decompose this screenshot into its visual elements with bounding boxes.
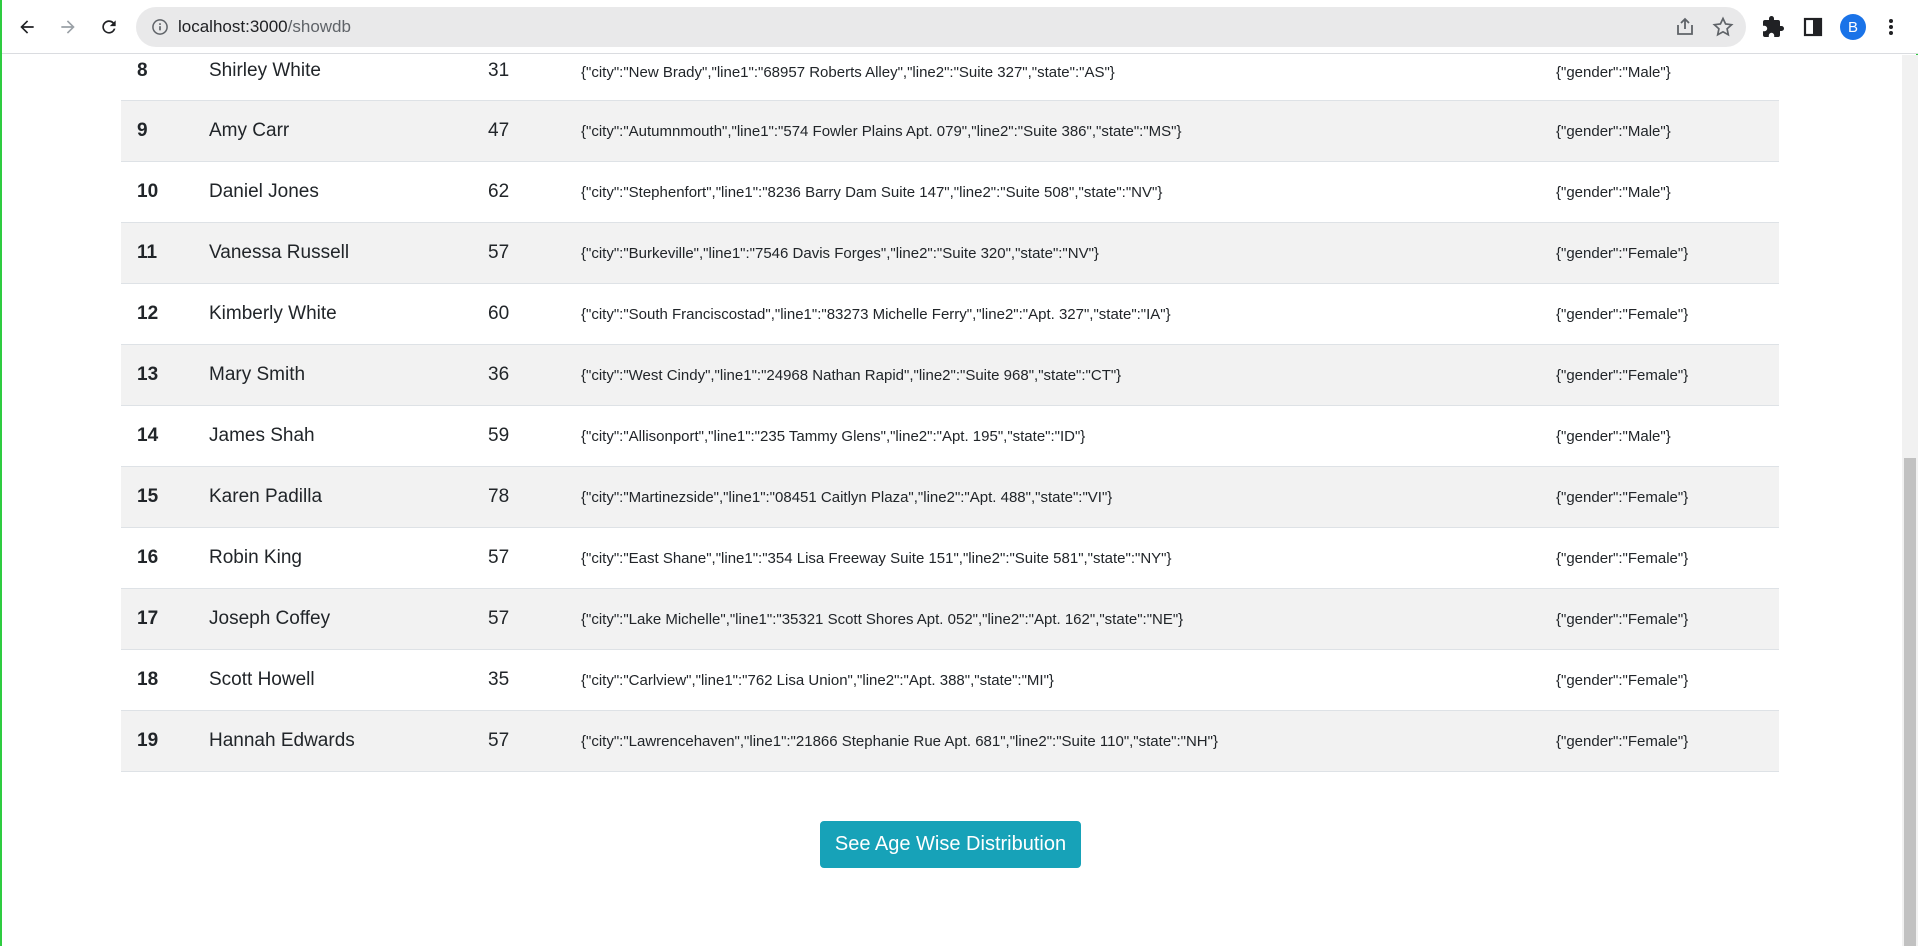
row-id: 10 <box>137 181 159 202</box>
row-address: {"city":"East Shane","line1":"354 Lisa F… <box>581 549 1172 567</box>
row-age: 59 <box>488 425 510 446</box>
bookmark-star-icon[interactable] <box>1711 15 1735 39</box>
row-name: Mary Smith <box>209 364 306 385</box>
row-meta: {"gender":"Male"} <box>1556 183 1671 201</box>
info-icon[interactable] <box>150 17 170 37</box>
row-meta: {"gender":"Female"} <box>1556 244 1689 262</box>
row-age: 36 <box>488 364 510 385</box>
row-name: Kimberly White <box>209 303 337 324</box>
row-age: 31 <box>488 60 510 81</box>
row-name: Robin King <box>209 547 302 568</box>
row-age: 57 <box>488 608 510 629</box>
row-address: {"city":"Autumnmouth","line1":"574 Fowle… <box>581 122 1182 140</box>
table-row: 13 Mary Smith 36 {"city":"West Cindy","line… <box>121 345 1779 406</box>
table-row: 19 Hannah Edwards 57 {"city":"Lawrencehaven… <box>121 711 1779 772</box>
data-table: 8 Shirley White 31 {"city":"New Brady","lin… <box>121 55 1779 772</box>
row-address: {"city":"Allisonport","line1":"235 Tammy… <box>581 427 1086 445</box>
row-name: Joseph Coffey <box>209 608 331 629</box>
table-row: 9 Amy Carr 47 {"city":"Autumnmouth","line1"… <box>121 101 1779 162</box>
row-id: 9 <box>137 120 148 141</box>
row-id: 18 <box>137 669 159 690</box>
table-row: 10 Daniel Jones 62 {"city":"Stephenfort","l… <box>121 162 1779 223</box>
reload-button[interactable] <box>93 11 125 43</box>
row-address: {"city":"Lawrencehaven","line1":"21866 S… <box>581 732 1218 750</box>
url-text[interactable]: localhost:3000/showdb <box>178 17 351 37</box>
row-address: {"city":"New Brady","line1":"68957 Rober… <box>581 64 1115 81</box>
row-meta: {"gender":"Male"} <box>1556 427 1671 445</box>
row-id: 14 <box>137 425 159 446</box>
table-row: 11 Vanessa Russell 57 {"city":"Burkeville",… <box>121 223 1779 284</box>
table-row: 14 James Shah 59 {"city":"Allisonport","lin… <box>121 406 1779 467</box>
back-button[interactable] <box>11 11 43 43</box>
row-age: 62 <box>488 181 510 202</box>
row-id: 11 <box>137 242 158 263</box>
row-name: Daniel Jones <box>209 181 319 202</box>
row-meta: {"gender":"Female"} <box>1556 488 1689 506</box>
row-address: {"city":"Stephenfort","line1":"8236 Barr… <box>581 183 1163 201</box>
row-name: Scott Howell <box>209 669 315 690</box>
row-age: 78 <box>488 486 510 507</box>
row-id: 17 <box>137 608 159 629</box>
row-meta: {"gender":"Female"} <box>1556 732 1689 750</box>
row-id: 19 <box>137 730 159 751</box>
row-address: {"city":"Burkeville","line1":"7546 Davis… <box>581 244 1099 262</box>
row-address: {"city":"Martinezside","line1":"08451 Ca… <box>581 488 1113 506</box>
row-meta: {"gender":"Female"} <box>1556 549 1689 567</box>
address-bar[interactable]: localhost:3000/showdb <box>136 7 1746 47</box>
row-name: Amy Carr <box>209 120 290 141</box>
row-address: {"city":"Carlview","line1":"762 Lisa Uni… <box>581 671 1054 689</box>
row-name: Shirley White <box>209 60 321 81</box>
row-address: {"city":"Lake Michelle","line1":"35321 S… <box>581 610 1184 628</box>
table-row: 15 Karen Padilla 78 {"city":"Martinezside",… <box>121 467 1779 528</box>
table-row: 18 Scott Howell 35 {"city":"Carlview","line… <box>121 650 1779 711</box>
reload-icon <box>102 20 116 34</box>
row-meta: {"gender":"Female"} <box>1556 305 1689 323</box>
share-icon[interactable] <box>1673 15 1697 39</box>
row-age: 47 <box>488 120 510 141</box>
row-id: 8 <box>137 60 148 81</box>
row-age: 57 <box>488 242 510 263</box>
row-age: 35 <box>488 669 510 690</box>
browser-toolbar: localhost:3000/showdb B <box>2 0 1918 54</box>
side-panel-icon[interactable] <box>1801 15 1825 39</box>
table-row: 12 Kimberly White 60 {"city":"South Francis… <box>121 284 1779 345</box>
forward-icon <box>61 20 75 34</box>
row-meta: {"gender":"Female"} <box>1556 610 1689 628</box>
extensions-icon[interactable] <box>1761 15 1785 39</box>
row-name: Hannah Edwards <box>209 730 355 751</box>
row-id: 15 <box>137 486 159 507</box>
url-host: localhost:3000 <box>178 17 288 36</box>
forward-button[interactable] <box>52 11 84 43</box>
row-meta: {"gender":"Female"} <box>1556 671 1689 689</box>
row-meta: {"gender":"Male"} <box>1556 122 1671 140</box>
row-address: {"city":"West Cindy","line1":"24968 Nath… <box>581 366 1122 384</box>
age-distribution-button[interactable]: See Age Wise Distribution <box>820 821 1081 868</box>
url-path: /showdb <box>287 17 351 36</box>
row-id: 13 <box>137 364 159 385</box>
row-id: 12 <box>137 303 159 324</box>
row-meta: {"gender":"Male"} <box>1556 64 1671 81</box>
row-age: 57 <box>488 730 510 751</box>
row-age: 60 <box>488 303 510 324</box>
browser-window: localhost:3000/showdb B 8 Shirley White 31… <box>0 0 1918 946</box>
table-row: 16 Robin King 57 {"city":"East Shane","line… <box>121 528 1779 589</box>
menu-icon[interactable] <box>1883 15 1899 39</box>
row-name: Karen Padilla <box>209 486 323 507</box>
row-name: Vanessa Russell <box>209 242 350 263</box>
row-name: James Shah <box>209 425 315 446</box>
row-meta: {"gender":"Female"} <box>1556 366 1689 384</box>
scrollbar-thumb[interactable] <box>1904 458 1916 946</box>
profile-avatar[interactable]: B <box>1840 14 1866 40</box>
table-row: 8 Shirley White 31 {"city":"New Brady","lin… <box>121 55 1779 101</box>
row-age: 57 <box>488 547 510 568</box>
back-icon <box>20 20 34 34</box>
row-id: 16 <box>137 547 159 568</box>
row-address: {"city":"South Franciscostad","line1":"8… <box>581 305 1171 323</box>
table-row: 17 Joseph Coffey 57 {"city":"Lake Michelle"… <box>121 589 1779 650</box>
